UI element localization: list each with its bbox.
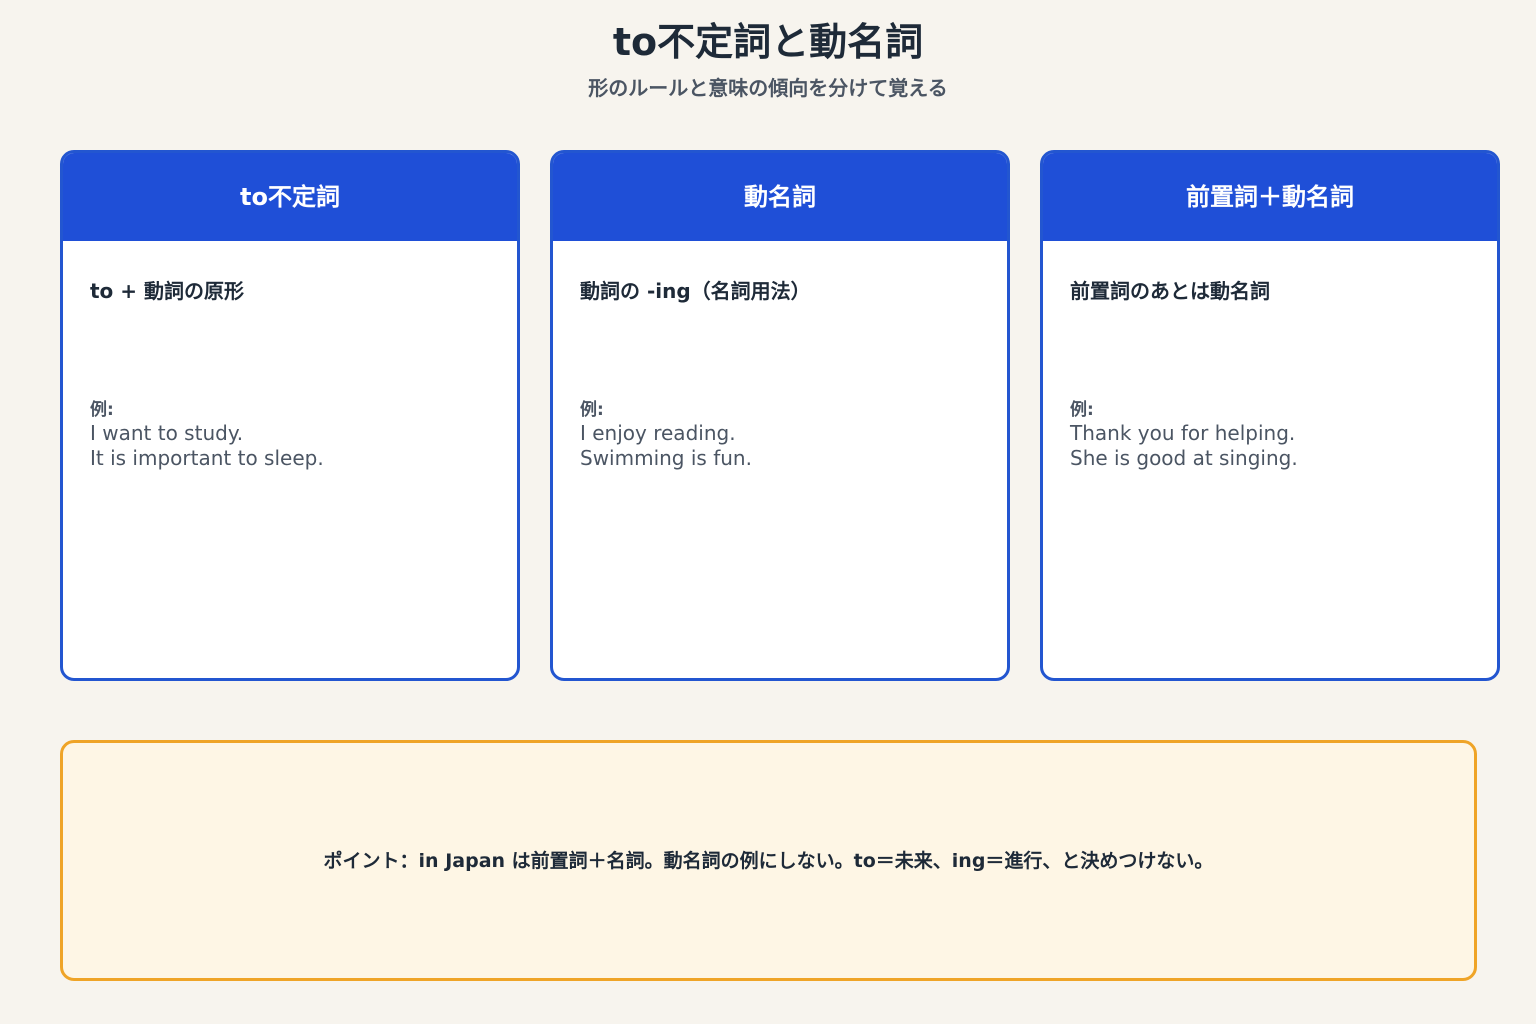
card-preposition-gerund: 前置詞＋動名詞 前置詞のあとは動名詞 例: Thank you for help…	[1040, 150, 1500, 681]
page-subtitle: 形のルールと意味の傾向を分けて覚える	[588, 76, 948, 100]
card-rule: 前置詞のあとは動名詞	[1070, 279, 1270, 303]
card-rule: to + 動詞の原形	[90, 279, 244, 303]
page-title: to不定詞と動名詞	[612, 20, 924, 64]
example-sentence: She is good at singing.	[1070, 446, 1298, 470]
example-sentence: I enjoy reading.	[580, 421, 736, 445]
card-examples: 例: I want to study. It is important to s…	[90, 399, 324, 471]
card-gerund: 動名詞 動詞の -ing（名詞用法） 例: I enjoy reading. S…	[550, 150, 1010, 681]
example-sentence: Swimming is fun.	[580, 446, 752, 470]
example-sentence: It is important to sleep.	[90, 446, 324, 470]
example-sentence: I want to study.	[90, 421, 244, 445]
card-examples: 例: Thank you for helping. She is good at…	[1070, 399, 1298, 471]
card-to-infinitive: to不定詞 to + 動詞の原形 例: I want to study. It …	[60, 150, 520, 681]
card-header: to不定詞	[63, 153, 517, 241]
card-header: 前置詞＋動名詞	[1043, 153, 1497, 241]
point-note-text: ポイント：in Japan は前置詞＋名詞。動名詞の例にしない。to＝未来、in…	[323, 849, 1214, 872]
example-label: 例:	[580, 400, 604, 420]
card-rule: 動詞の -ing（名詞用法）	[580, 279, 811, 303]
card-examples: 例: I enjoy reading. Swimming is fun.	[580, 399, 752, 471]
example-label: 例:	[90, 400, 114, 420]
card-header: 動名詞	[553, 153, 1007, 241]
point-note-box: ポイント：in Japan は前置詞＋名詞。動名詞の例にしない。to＝未来、in…	[60, 740, 1477, 981]
example-label: 例:	[1070, 400, 1094, 420]
example-sentence: Thank you for helping.	[1070, 421, 1296, 445]
